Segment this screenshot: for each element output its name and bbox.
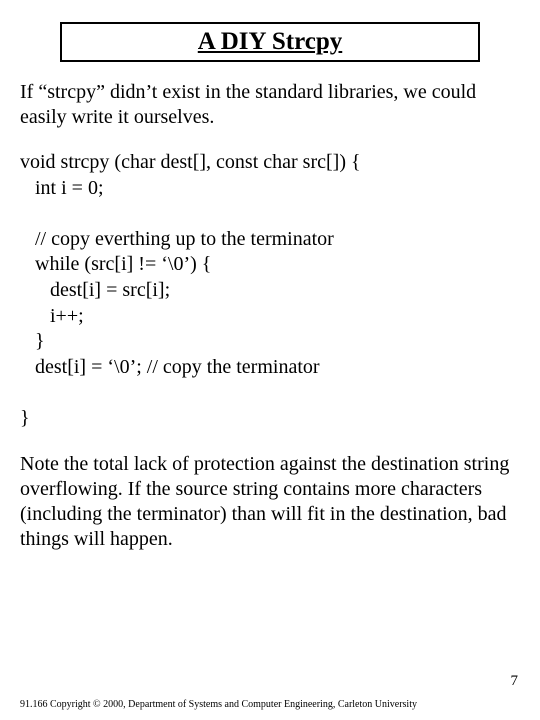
code-line: }	[20, 329, 520, 355]
page-title: A DIY Strcpy	[198, 28, 342, 55]
footer-copyright: 91.166 Copyright © 2000, Department of S…	[20, 699, 417, 710]
intro-paragraph: If “strcpy” didn’t exist in the standard…	[20, 80, 520, 130]
code-line: void strcpy (char dest[], const char src…	[20, 150, 520, 176]
code-line	[20, 380, 520, 406]
code-line: i++;	[20, 304, 520, 330]
code-line: }	[20, 406, 520, 432]
code-line: // copy everthing up to the terminator	[20, 227, 520, 253]
title-box: A DIY Strcpy	[60, 22, 480, 62]
code-block: void strcpy (char dest[], const char src…	[20, 150, 520, 432]
code-line: dest[i] = src[i];	[20, 278, 520, 304]
code-line	[20, 201, 520, 227]
page-number: 7	[511, 673, 519, 690]
code-line: while (src[i] != ‘\0’) {	[20, 252, 520, 278]
code-line: dest[i] = ‘\0’; // copy the terminator	[20, 355, 520, 381]
note-paragraph: Note the total lack of protection agains…	[20, 452, 520, 552]
code-line: int i = 0;	[20, 176, 520, 202]
